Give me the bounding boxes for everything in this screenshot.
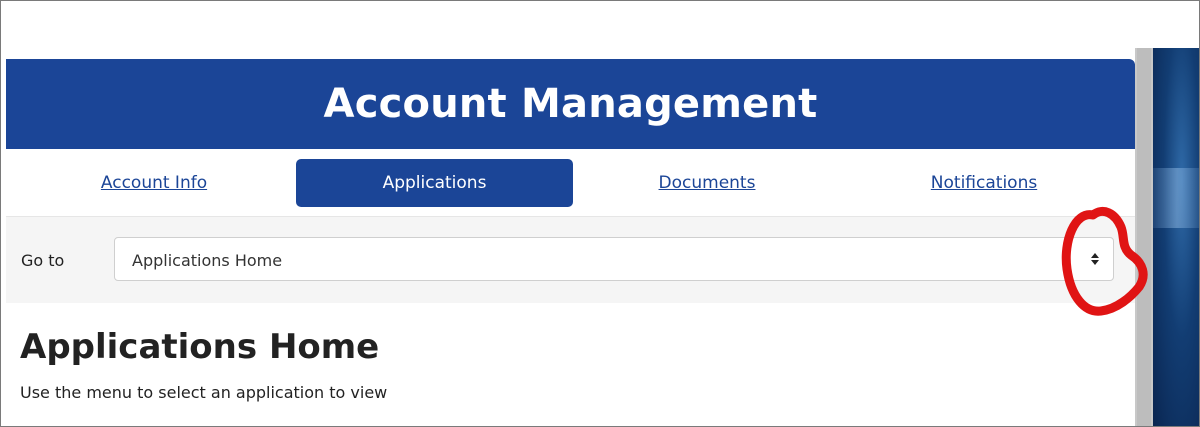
tab-account-info[interactable]: Account Info — [86, 159, 222, 207]
select-value: Applications Home — [132, 251, 283, 270]
page-title: Account Management — [323, 81, 818, 127]
section-heading: Applications Home — [20, 327, 380, 367]
goto-label: Go to — [21, 251, 65, 270]
tab-applications[interactable]: Applications — [296, 159, 573, 207]
screenshot-frame: Account Management Account Info Applicat… — [0, 0, 1200, 427]
tab-notifications[interactable]: Notifications — [916, 159, 1052, 207]
red-circle-annotation — [1061, 207, 1148, 316]
application-select[interactable]: Applications Home — [114, 237, 1114, 281]
goto-bar: Go to Applications Home — [6, 217, 1135, 303]
header-banner: Account Management — [6, 59, 1135, 149]
tab-documents[interactable]: Documents — [640, 159, 774, 207]
main-content: Applications Home Use the menu to select… — [6, 303, 1135, 426]
account-management-app: Account Management Account Info Applicat… — [6, 59, 1135, 426]
tab-bar: Account Info Applications Documents Noti… — [6, 149, 1135, 217]
section-description: Use the menu to select an application to… — [20, 383, 388, 402]
background-image — [1153, 48, 1199, 426]
